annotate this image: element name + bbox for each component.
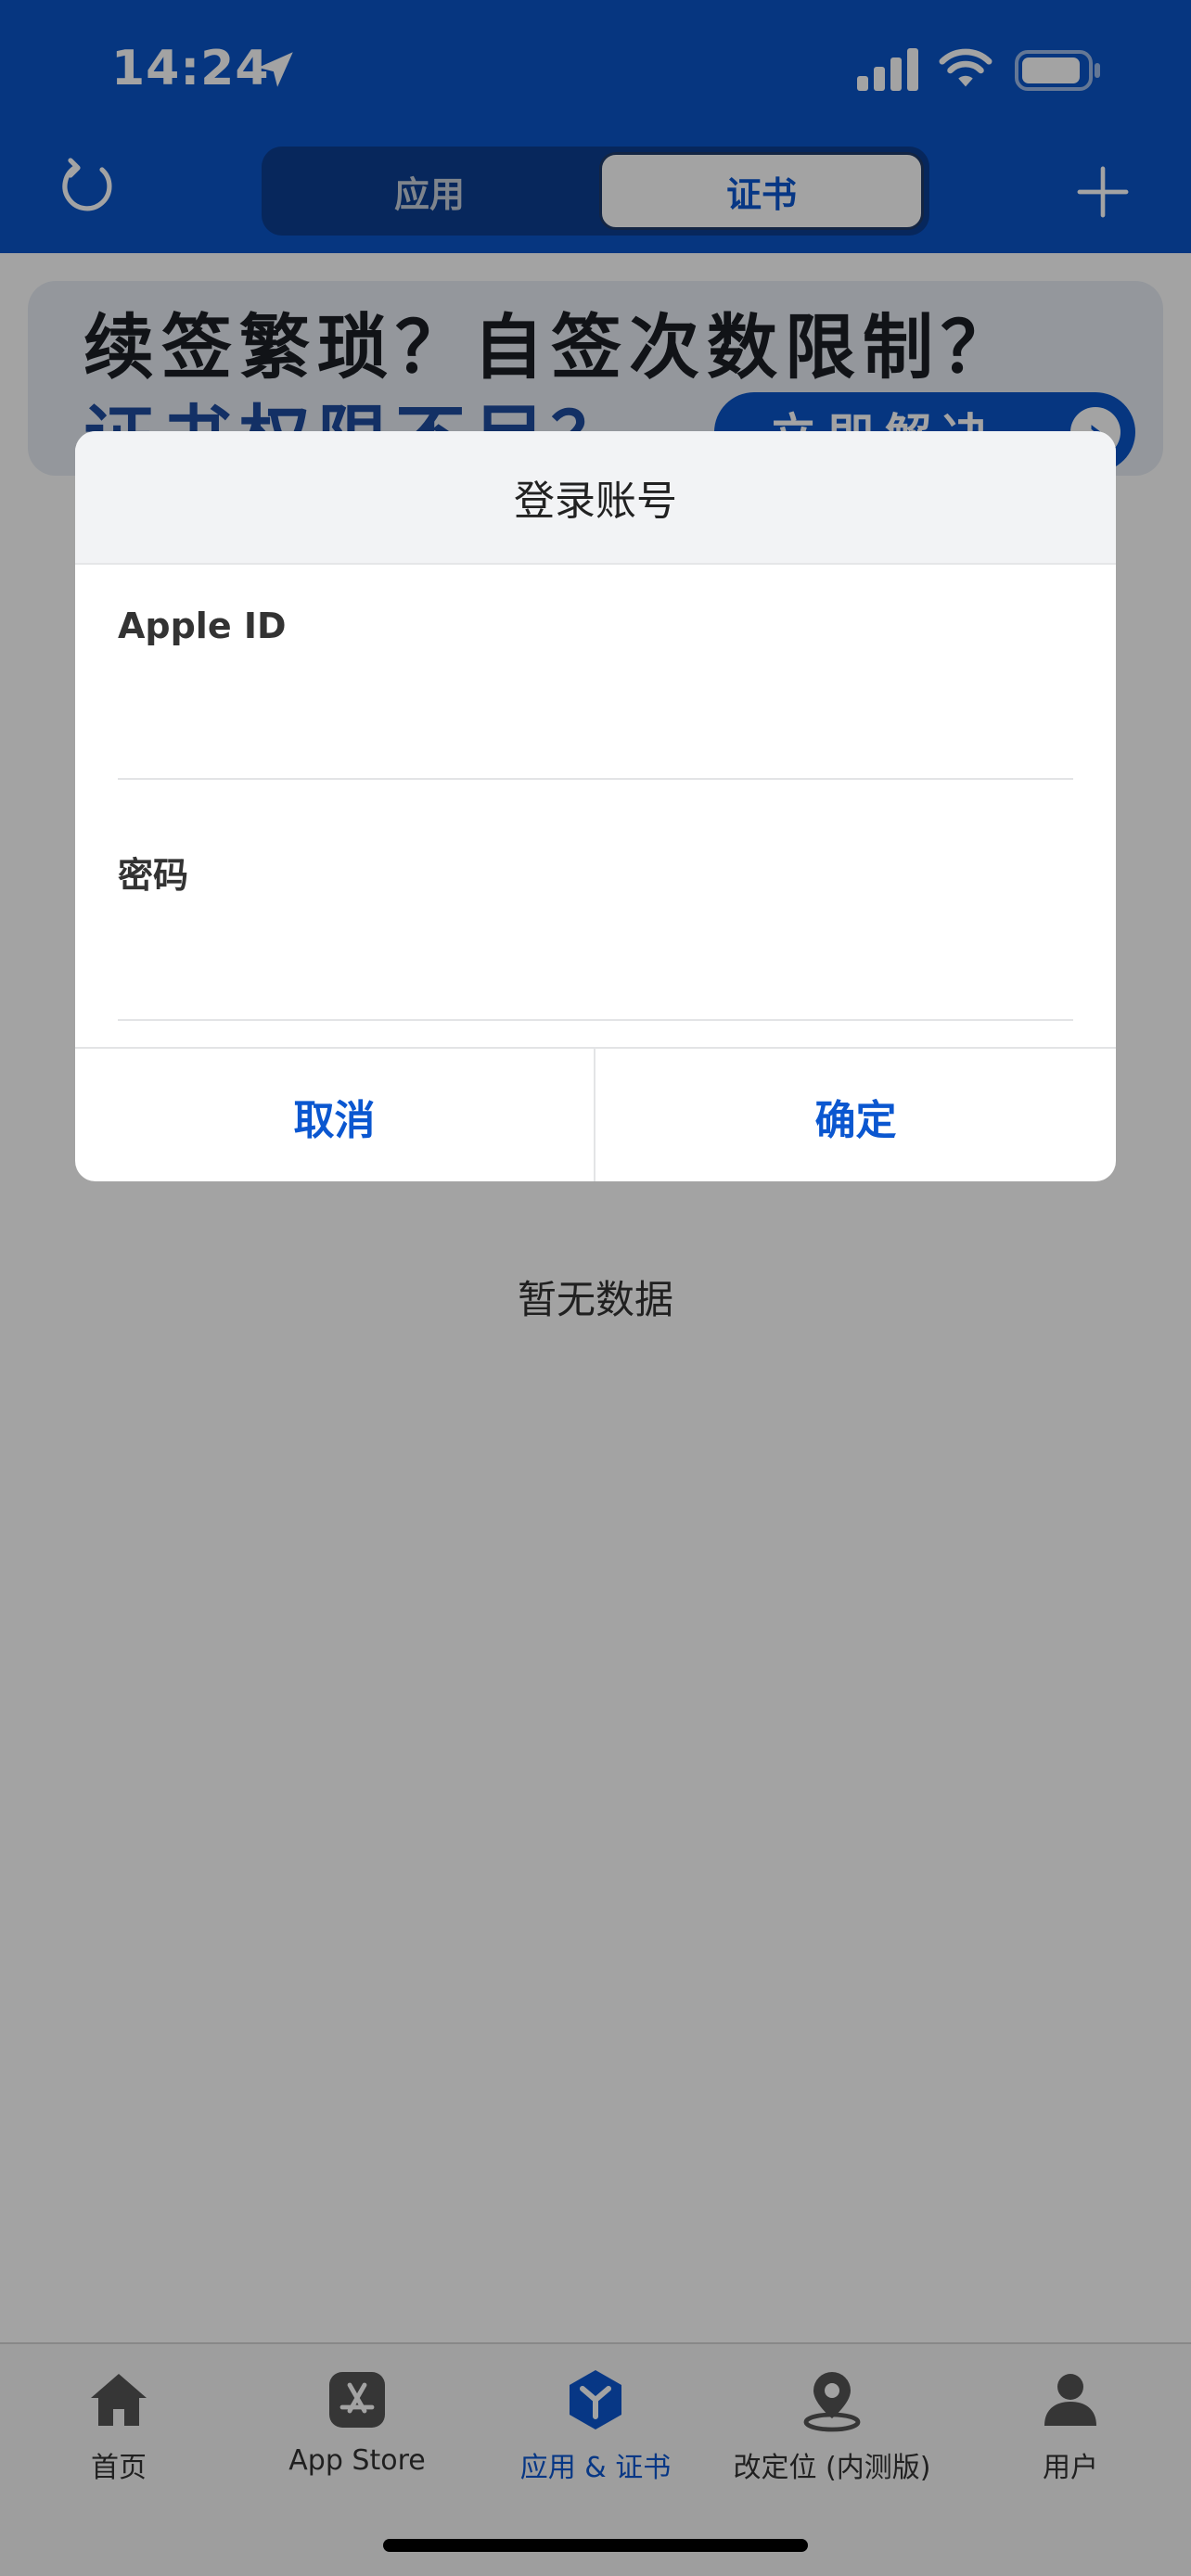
modal-overlay[interactable] (0, 0, 1191, 2576)
dialog-actions: 取消 确定 (75, 1047, 1116, 1181)
apple-id-label: Apple ID (118, 606, 287, 646)
password-label: 密码 (118, 855, 189, 896)
password-input[interactable] (118, 928, 1073, 1021)
dialog-title: 登录账号 (75, 431, 1116, 565)
cancel-button[interactable]: 取消 (75, 1049, 596, 1181)
confirm-button[interactable]: 确定 (596, 1049, 1116, 1181)
login-dialog: 登录账号 Apple ID 密码 取消 确定 (75, 431, 1116, 1181)
apple-id-input[interactable] (118, 687, 1073, 780)
